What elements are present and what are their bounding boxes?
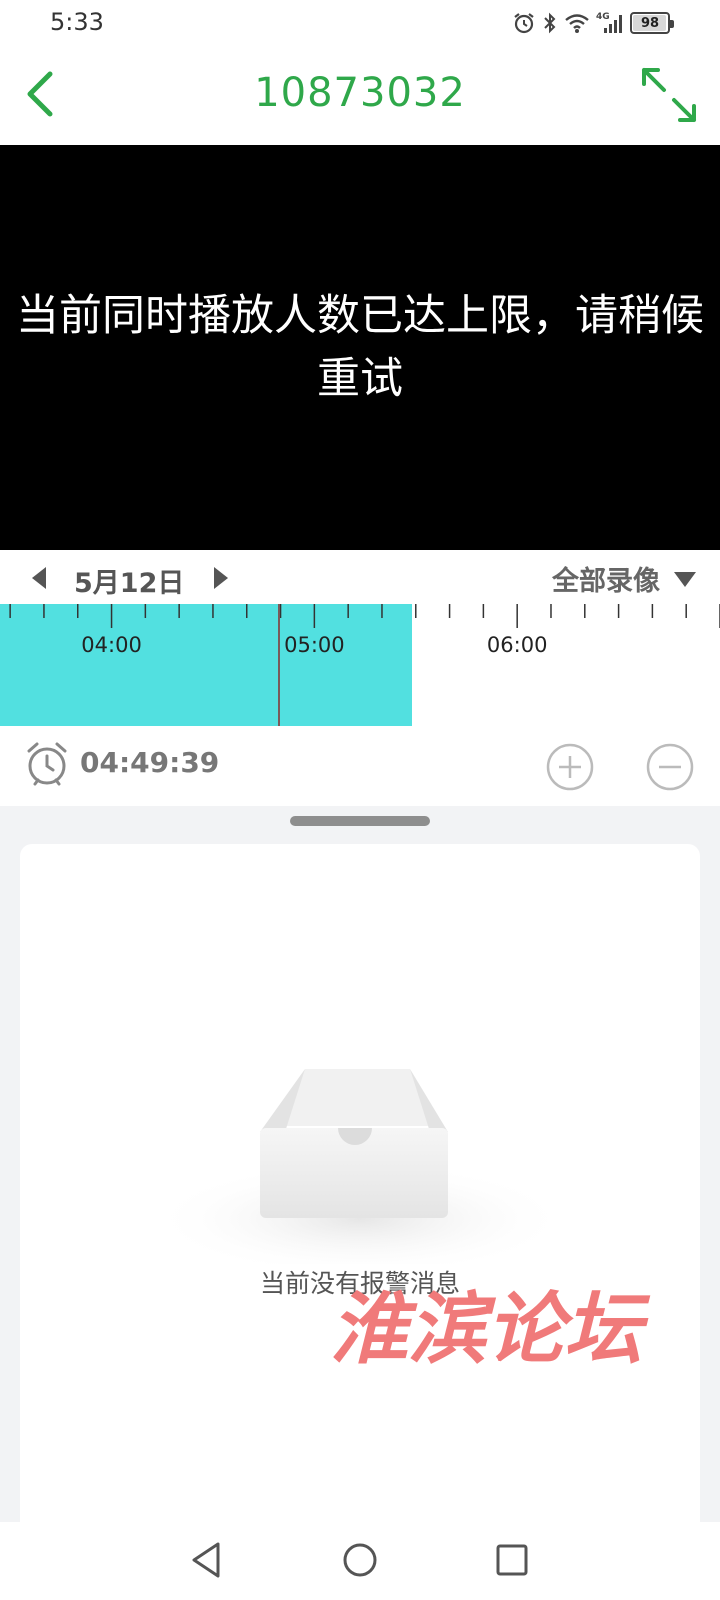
alert-list-card: 当前没有报警消息	[20, 844, 700, 1534]
status-bar: 5:33 4G 98	[0, 0, 720, 46]
alert-panel: 当前没有报警消息	[0, 806, 720, 1534]
status-time: 5:33	[50, 8, 104, 36]
current-playback-time: 04:49:39	[80, 746, 220, 779]
status-icons: 4G 98	[512, 10, 674, 36]
drag-handle[interactable]	[290, 816, 430, 826]
triangle-right-icon[interactable]	[210, 565, 232, 591]
minus-circle-icon[interactable]	[645, 742, 695, 792]
timeline-ruler: 04:00 05:00 06:00	[9, 604, 720, 657]
triangle-left-icon[interactable]	[28, 565, 50, 591]
watermark-text: 淮滨论坛	[330, 1286, 651, 1375]
triangle-down-icon	[674, 571, 696, 587]
video-player[interactable]: 当前同时播放人数已达上限，请稍候重试	[0, 145, 720, 550]
date-label[interactable]: 5月12日	[74, 561, 184, 600]
hour-label: 05:00	[284, 633, 345, 657]
back-arrow-icon[interactable]	[20, 66, 70, 122]
time-row: 04:49:39	[0, 726, 720, 806]
wifi-icon	[565, 14, 589, 33]
playhead[interactable]	[278, 604, 281, 726]
cellular-signal-icon: 4G	[596, 12, 622, 33]
playback-limit-message: 当前同时播放人数已达上限，请稍候重试	[16, 290, 704, 404]
alarm-icon	[514, 13, 534, 34]
system-nav-bar	[0, 1522, 720, 1600]
date-bar: 5月12日 全部录像	[0, 553, 720, 603]
recording-filter-dropdown[interactable]: 全部录像	[552, 559, 698, 598]
bluetooth-icon	[544, 12, 556, 34]
page-title: 10873032	[254, 70, 466, 116]
network-type-label: 4G	[596, 12, 610, 22]
recording-filter-label: 全部录像	[552, 566, 660, 597]
circle-home-icon[interactable]	[338, 1538, 382, 1582]
battery-tip	[670, 20, 674, 28]
battery-icon: 98	[630, 12, 674, 34]
forum-watermark: 淮滨论坛	[330, 1286, 651, 1375]
triangle-back-icon[interactable]	[186, 1538, 230, 1582]
recording-timeline[interactable]: 04:00 05:00 06:00	[0, 604, 720, 726]
alarm-clock-icon	[27, 742, 67, 786]
empty-box-icon	[150, 1069, 570, 1264]
hour-label: 04:00	[81, 633, 142, 657]
battery-level: 98	[640, 15, 660, 31]
fullscreen-icon[interactable]	[640, 66, 698, 124]
hour-label: 06:00	[487, 633, 548, 657]
square-recent-icon[interactable]	[490, 1538, 534, 1582]
header: 10873032	[0, 46, 720, 144]
plus-circle-icon[interactable]	[545, 742, 595, 792]
